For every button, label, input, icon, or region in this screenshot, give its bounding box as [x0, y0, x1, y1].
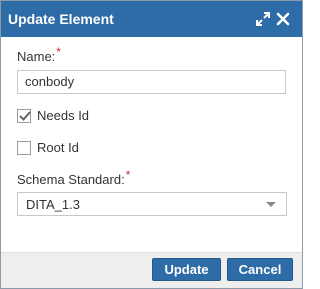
update-element-dialog: Update Element Name:* conbody Needs Id R…: [0, 0, 303, 289]
name-input[interactable]: conbody: [17, 70, 286, 94]
root-id-label: Root Id: [37, 140, 79, 155]
dropdown-arrow-icon[interactable]: [266, 202, 276, 207]
name-label-text: Name:: [17, 49, 56, 64]
name-input-value: conbody: [25, 74, 75, 89]
schema-standard-value: DITA_1.3: [26, 197, 80, 212]
checkmark-icon: [19, 111, 31, 121]
expand-icon[interactable]: [255, 11, 271, 27]
dialog-titlebar[interactable]: Update Element: [1, 1, 302, 37]
schema-standard-label: Schema Standard:*: [17, 168, 130, 187]
schema-label-text: Schema Standard:: [17, 172, 125, 187]
required-mark: *: [125, 168, 131, 182]
dialog-title: Update Element: [8, 11, 114, 27]
update-button[interactable]: Update: [152, 258, 221, 281]
dialog-footer: Update Cancel: [1, 252, 302, 288]
root-id-checkbox[interactable]: [17, 141, 31, 155]
schema-standard-select[interactable]: DITA_1.3: [17, 192, 287, 216]
cancel-button[interactable]: Cancel: [227, 258, 293, 281]
needs-id-checkbox[interactable]: [17, 109, 31, 123]
required-mark: *: [56, 45, 61, 59]
close-icon[interactable]: [275, 11, 291, 27]
needs-id-label: Needs Id: [37, 108, 90, 123]
name-label: Name:*: [17, 45, 61, 64]
